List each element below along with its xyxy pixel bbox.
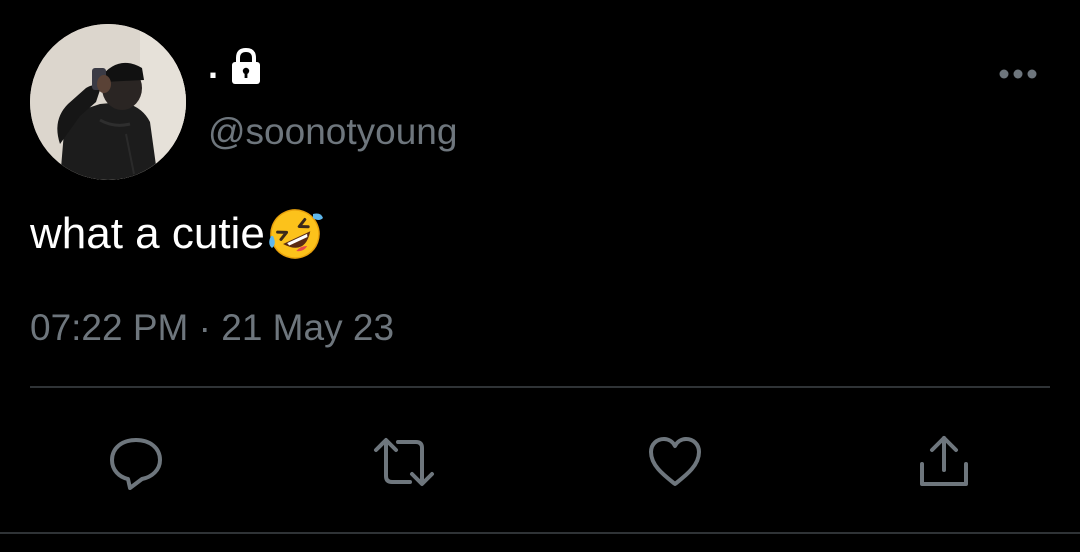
retweet-icon — [374, 438, 434, 486]
reply-icon — [110, 438, 162, 490]
tweet-text: what a cutie — [30, 209, 265, 258]
avatar[interactable] — [30, 24, 186, 180]
bottom-divider — [0, 532, 1080, 534]
avatar-photo — [30, 24, 186, 180]
tweet-timestamp[interactable]: 07:22 PM · 21 May 23 — [30, 306, 394, 350]
like-button[interactable] — [643, 430, 707, 494]
reply-button[interactable] — [104, 430, 168, 494]
user-handle[interactable]: @soonotyoung — [208, 110, 457, 154]
share-button[interactable] — [912, 430, 976, 494]
retweet-button[interactable] — [372, 430, 436, 494]
divider — [30, 386, 1050, 388]
tweet: . @soonotyoung what a cutie 07:22 PM · 2… — [0, 0, 1080, 552]
tweet-body: what a cutie — [30, 206, 323, 262]
display-name-row: . — [208, 44, 266, 88]
more-icon — [999, 69, 1037, 79]
heart-icon — [649, 437, 701, 486]
more-options-button[interactable] — [990, 56, 1046, 92]
rolling-on-floor-laughing-emoji — [267, 206, 323, 262]
share-icon — [920, 436, 968, 486]
lock-icon — [226, 46, 266, 86]
display-name[interactable]: . — [208, 44, 218, 88]
